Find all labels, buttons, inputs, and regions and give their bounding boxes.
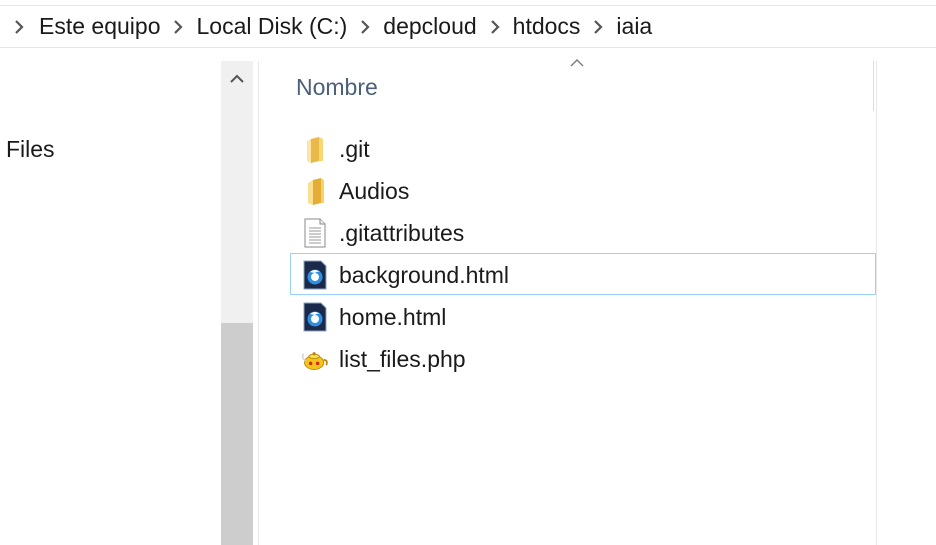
folder-icon [308,178,324,205]
folder-icon [307,137,323,163]
file-name: home.html [339,304,447,330]
navigation-pane: Files [0,49,221,545]
nav-item-files[interactable]: Files [6,136,55,163]
column-header-divider[interactable] [873,61,874,111]
file-row-background-html[interactable]: background.html [290,253,876,295]
breadcrumb-item-este-equipo[interactable]: Este equipo [38,5,161,48]
file-row-list-files-php[interactable]: list_files.php [290,337,876,379]
chevron-right-icon[interactable] [348,5,382,48]
text-file-icon [304,218,326,248]
right-divider [876,61,877,545]
file-row-home-html[interactable]: home.html [290,295,876,337]
pane-divider [258,61,259,545]
file-row-git[interactable]: .git [290,127,876,169]
breadcrumb-item-htdocs[interactable]: htdocs [512,5,582,48]
breadcrumb-item-iaia[interactable]: iaia [615,5,653,48]
breadcrumb-item-local-disk[interactable]: Local Disk (C:) [195,5,348,48]
file-row-audios[interactable]: Audios [290,169,876,211]
html-file-icon [303,260,327,290]
scroll-thumb[interactable] [221,323,253,545]
file-name: Audios [339,178,410,204]
chevron-right-icon[interactable] [478,5,512,48]
file-name: list_files.php [339,346,466,372]
chevron-right-icon[interactable] [0,5,38,48]
sort-ascending-icon [570,59,584,67]
file-name: background.html [339,262,510,288]
html-file-icon [303,302,327,332]
chevron-right-icon[interactable] [161,5,195,48]
chevron-up-icon [230,74,244,83]
file-list: .git Audios .gitattributes background.ht… [290,127,876,379]
php-file-icon [301,352,328,370]
navigation-scrollbar[interactable] [221,61,253,545]
column-header-name[interactable]: Nombre [296,74,378,101]
file-row-gitattributes[interactable]: .gitattributes [290,211,876,253]
file-name: .git [339,136,370,162]
scroll-up-button[interactable] [221,61,253,97]
file-name: .gitattributes [339,220,465,246]
breadcrumb: Este equipo Local Disk (C:) depcloud htd… [0,5,936,48]
chevron-right-icon[interactable] [581,5,615,48]
breadcrumb-item-depcloud[interactable]: depcloud [382,5,477,48]
